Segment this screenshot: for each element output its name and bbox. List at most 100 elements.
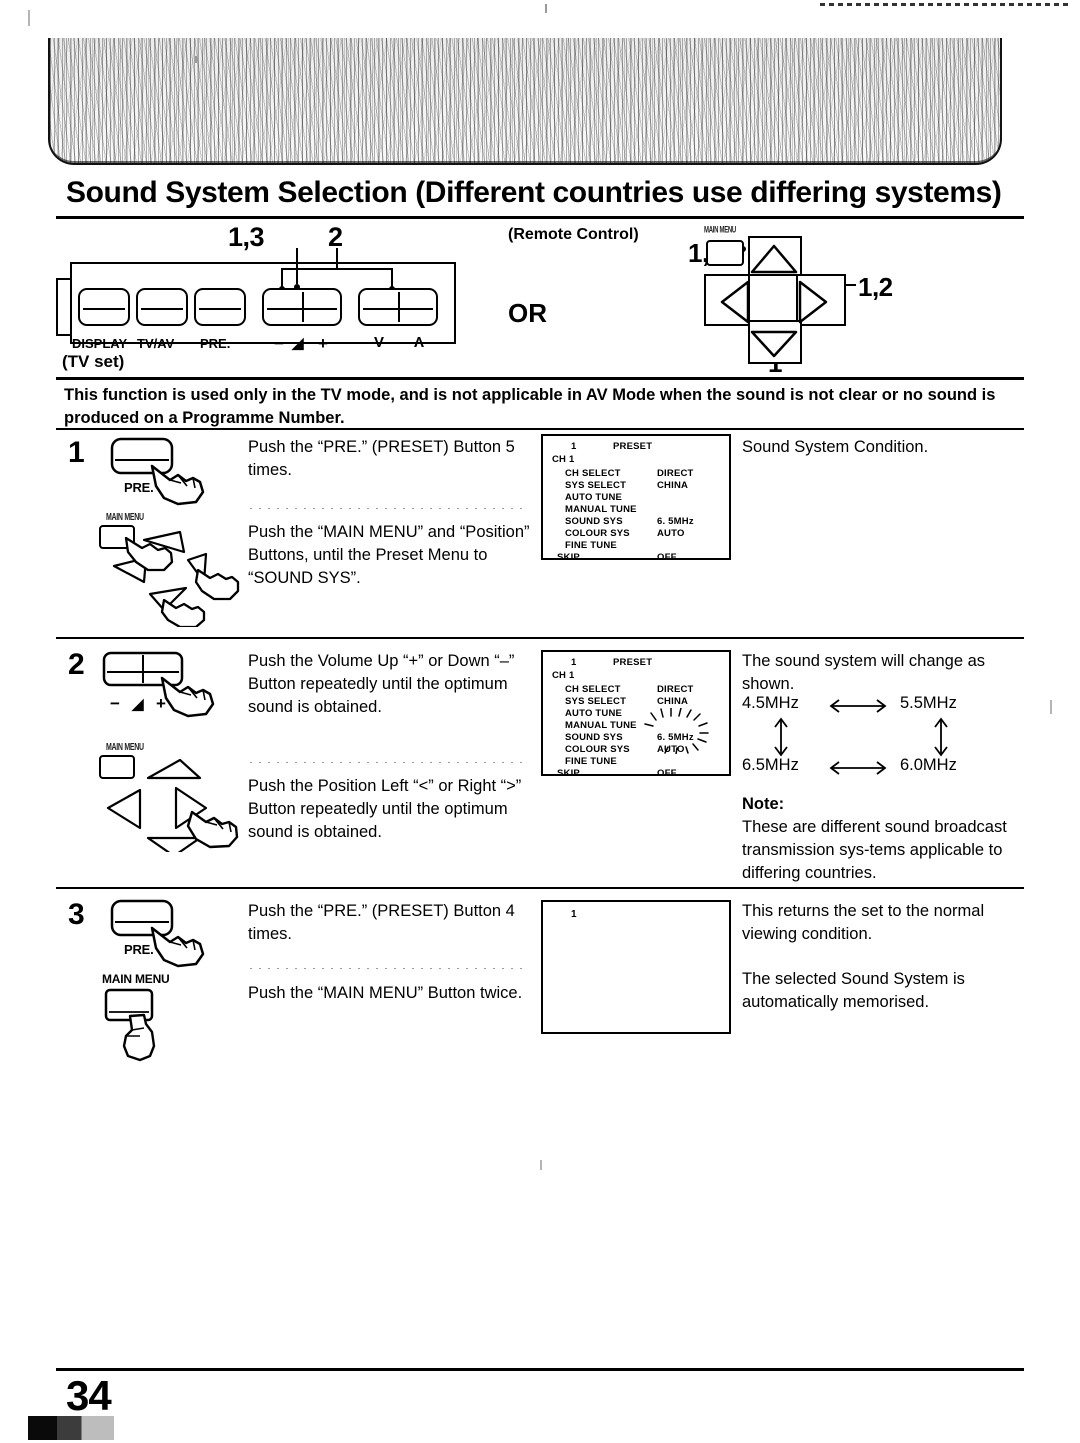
tv-label-pre: PRE. — [200, 336, 231, 351]
pictogram-main-menu-position-1: MAIN MENU — [88, 512, 248, 632]
tv-label-channel-up: Λ — [414, 334, 425, 351]
pictogram-label-pre: PRE. — [124, 942, 154, 957]
tv-button-volume[interactable] — [262, 288, 342, 326]
tv-label-volume-down: − — [274, 334, 284, 353]
osd-row-value: DIRECT — [657, 684, 694, 695]
step-1-separator — [250, 508, 522, 509]
scan-tick — [545, 4, 547, 13]
tv-panel-notch — [56, 278, 72, 280]
callout-remote-right: 1,2 — [858, 272, 893, 302]
pictogram-label-volume-down: − — [110, 694, 120, 713]
double-arrow-vertical-icon — [934, 717, 948, 757]
osd-row: CH SELECT DIRECT — [565, 684, 725, 696]
step-3-result-2: The selected Sound System is automatical… — [742, 970, 965, 1011]
osd-row-key: AUTO TUNE — [565, 492, 623, 503]
step-1-instruction-1: Push the “PRE.” (PRESET) Button 5 times. — [248, 438, 515, 479]
osd-row-key: AUTO TUNE — [565, 708, 623, 719]
manual-page: Sound System Selection (Different countr… — [0, 0, 1080, 1443]
osd-row-key: SOUND SYS — [565, 732, 623, 743]
step-2-note-body: These are different sound broadcast tran… — [742, 818, 1007, 882]
tv-label-display: DISPLAY — [72, 336, 128, 351]
footer-scan-artifact — [28, 1416, 114, 1440]
osd-row: CH SELECT DIRECT — [565, 468, 725, 480]
pictogram-label-main-menu: MAIN MENU — [102, 972, 170, 986]
step-number-3: 3 — [68, 898, 85, 931]
pictogram-press-volume-2: − ◢ + — [100, 650, 250, 735]
osd-row-value: CHINA — [657, 696, 689, 707]
osd-row: SKIP OFF — [557, 552, 717, 564]
step-2-instruction-2: Push the Position Left “<” or Right “>” … — [248, 777, 522, 841]
pictogram-press-pre-3: PRE. — [108, 898, 248, 981]
osd-row-key: SOUND SYS — [565, 516, 623, 527]
remote-button-main-menu[interactable] — [706, 240, 744, 266]
osd-row-key: SKIP — [557, 552, 580, 563]
osd-channel: CH 1 — [552, 454, 575, 465]
step-2-instruction-1: Push the Volume Up “+” or Down “–” Butto… — [248, 652, 515, 716]
scan-artifact-band — [48, 38, 1002, 165]
osd-row: SYS SELECT CHINA — [565, 480, 725, 492]
intro-divider-top — [56, 377, 1024, 380]
osd-row: FINE TUNE — [565, 756, 725, 768]
osd-row-value: 6. 5MHz — [657, 516, 694, 527]
step-1-instruction-2: Push the “MAIN MENU” and “Position” Butt… — [248, 523, 530, 587]
step-3-instruction-1: Push the “PRE.” (PRESET) Button 4 times. — [248, 902, 515, 943]
tv-label-channel-down: V — [374, 334, 385, 351]
osd-row-key: SYS SELECT — [565, 696, 627, 707]
osd-row-key: SYS SELECT — [565, 480, 627, 491]
osd-row: SOUND SYS 6. 5MHz — [565, 516, 725, 528]
flash-highlight-icon — [644, 708, 709, 754]
osd-row-value: AUTO — [657, 528, 685, 539]
tv-button-tvav[interactable] — [136, 288, 188, 326]
step-2-separator — [250, 762, 522, 763]
osd-row: FINE TUNE — [565, 540, 725, 552]
osd-row: MANUAL TUNE — [565, 504, 725, 516]
or-label: OR — [508, 298, 547, 328]
scan-tick — [195, 56, 197, 63]
osd-row-key: COLOUR SYS — [565, 528, 630, 539]
step-3-separator — [250, 968, 522, 969]
pictogram-main-menu-position-2: MAIN MENU — [88, 742, 248, 858]
osd-row: AUTO TUNE — [565, 492, 725, 504]
osd-title: PRESET — [613, 441, 653, 452]
osd-row-key: FINE TUNE — [565, 540, 617, 551]
callout-tv-pre: 1,3 — [228, 222, 265, 252]
osd-row-key: SKIP — [557, 768, 580, 779]
page-title: Sound System Selection (Different countr… — [66, 176, 1002, 209]
step-3-divider — [56, 887, 1024, 889]
osd-row-key: COLOUR SYS — [565, 744, 630, 755]
tv-panel-notch — [56, 334, 72, 336]
osd-row-key: CH SELECT — [565, 468, 621, 479]
step-2-divider — [56, 637, 1024, 639]
scan-top-dashed-line — [820, 3, 1070, 6]
page-edge-mark — [540, 1160, 542, 1170]
step-3-instruction-2: Push the “MAIN MENU” Button twice. — [248, 984, 523, 1002]
speaker-icon: ◢ — [292, 335, 304, 352]
pictogram-label-pre: PRE. — [124, 480, 154, 495]
tv-button-channel[interactable] — [358, 288, 438, 326]
double-arrow-horizontal-icon — [829, 699, 887, 713]
osd-row-value: DIRECT — [657, 468, 694, 479]
osd-row-key: FINE TUNE — [565, 756, 617, 767]
tv-button-pre[interactable] — [194, 288, 246, 326]
tv-button-display[interactable] — [78, 288, 130, 326]
osd-row-value: OFF — [657, 552, 677, 563]
osd-row: COLOUR SYS AUTO — [565, 528, 725, 540]
title-divider — [56, 216, 1024, 219]
tv-label-tvav: TV/AV — [137, 336, 175, 351]
step-3-result: This returns the set to the normal viewi… — [742, 902, 985, 943]
speaker-icon: ◢ — [132, 696, 144, 713]
osd-row-value: OFF — [657, 768, 677, 779]
page-edge-mark — [28, 10, 30, 26]
osd-screen-step-2: 1 PRESET CH 1 CH SELECT DIRECT SYS SELEC… — [541, 650, 731, 779]
pictogram-label-main-menu: MAIN MENU — [106, 512, 144, 523]
osd-row-key: CH SELECT — [565, 684, 621, 695]
osd-screen-step-1: 1 PRESET CH 1 CH SELECT DIRECT SYS SELEC… — [541, 434, 731, 563]
freq-top-left: 4.5MHz — [742, 694, 799, 712]
pictogram-press-main-menu-3: MAIN MENU — [100, 972, 230, 1069]
tv-panel-notch — [56, 278, 58, 336]
osd-row-value: CHINA — [657, 480, 689, 491]
remote-main-menu-label: MAIN MENU — [704, 226, 736, 236]
step-1-result: Sound System Condition. — [742, 438, 929, 456]
step-2-note-heading: Note: — [742, 795, 785, 813]
osd-row: SKIP OFF — [557, 768, 717, 780]
